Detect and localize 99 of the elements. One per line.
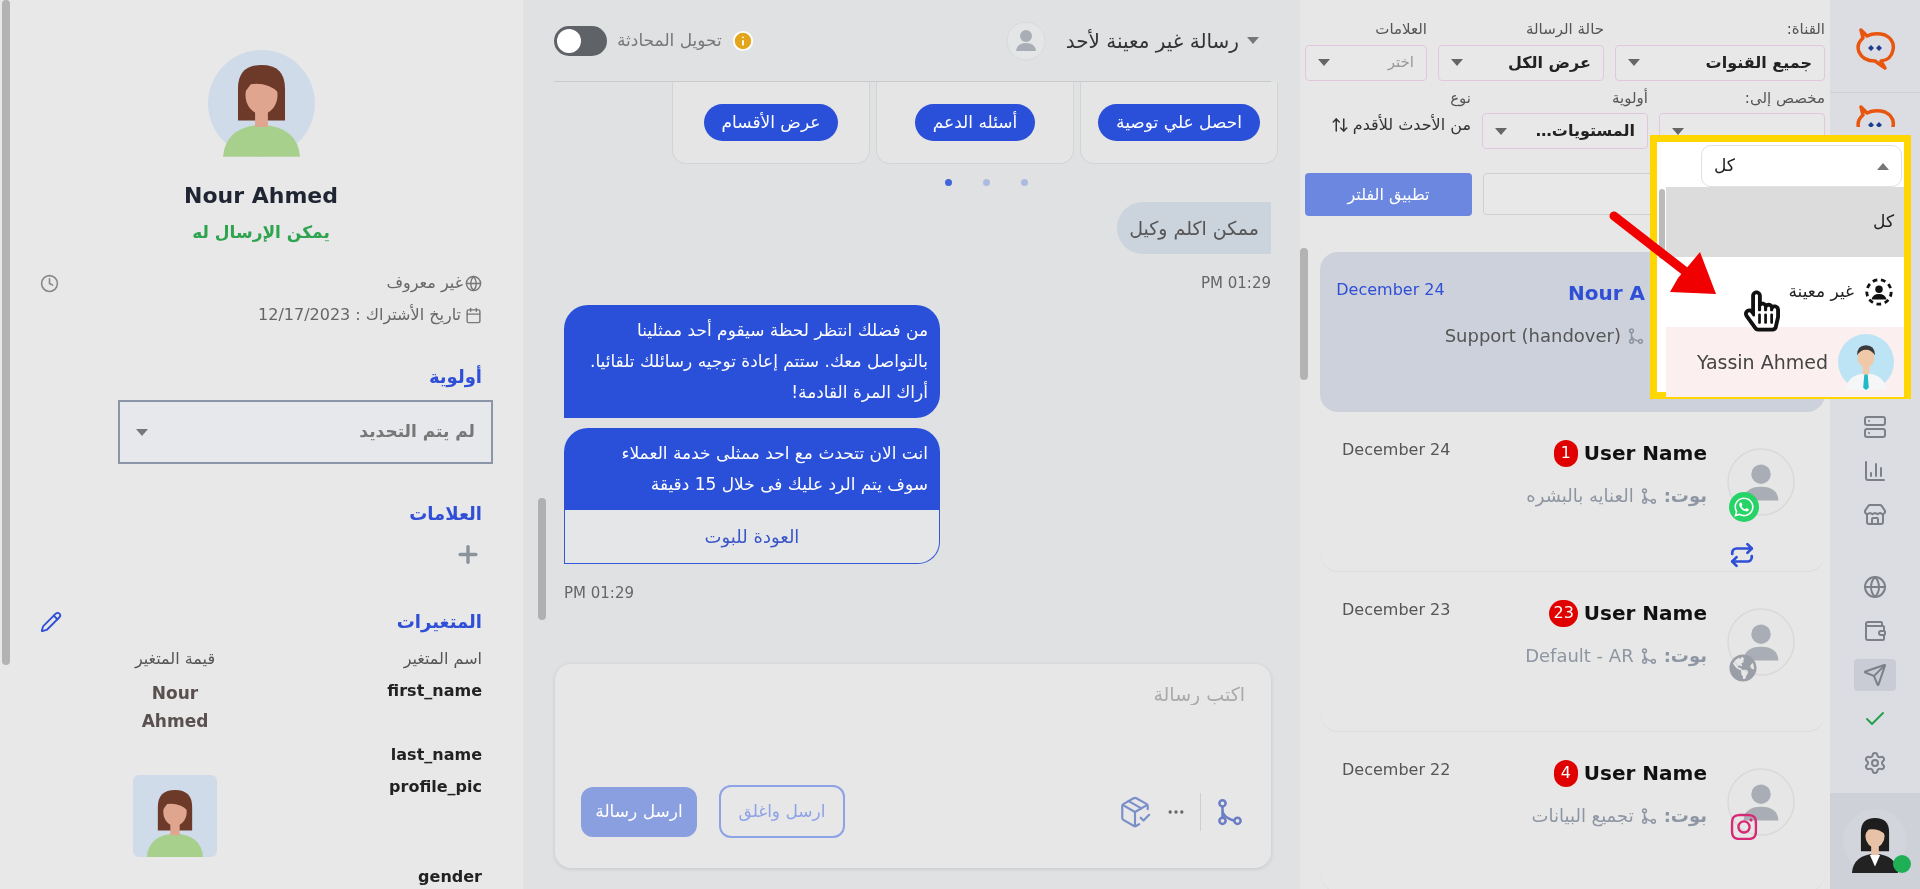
caret-icon [136,428,148,436]
priority-select[interactable]: لم يتم التحديد [118,400,493,465]
conversation-date: December 22 [1342,759,1451,781]
wallet-icon [1863,619,1887,643]
caret-icon [1877,162,1889,170]
section-heading: أولوية [427,364,482,390]
priority-filter[interactable]: المستويات… [1482,113,1648,149]
globe-icon [1863,575,1887,599]
message-bubble: انت الان تتحدث مع احد ممثلى خدمة العملاء سوف يتم الرد عليك فى خلال 15 دقيقة [564,427,940,510]
table-cell-text: first_name [386,680,482,702]
scrollbar[interactable] [1300,248,1308,380]
filter-label: نوع [1449,87,1471,109]
location-text: غير معروف [386,272,463,295]
unread-count: 23 [1549,599,1578,627]
contact-name: Nour A [1567,280,1645,307]
conversation-date: December 23 [1342,599,1451,621]
bot-label: بوت: [1663,804,1707,829]
user-icon [1005,20,1046,61]
flow-name: Default - AR [1525,644,1634,668]
contact-name: User Name [1583,440,1707,467]
caret-icon [1247,37,1259,44]
handover-label: تحويل المحادثة [617,28,722,52]
info-icon [731,29,754,52]
subscription-date: تاريخ الأشتراك : 12/17/2023 [258,303,461,327]
channel-select[interactable]: جميع القنوات [1615,44,1825,81]
quick-reply-button[interactable]: احصل علي توصية [1098,104,1260,141]
hand-cursor-icon [1744,288,1780,334]
branch-icon [1627,326,1645,345]
flow-name: تجميع البيانات [1531,804,1634,829]
transfer-icon[interactable] [1729,542,1755,568]
filter-label: القناة: [1785,19,1825,40]
nav-button[interactable] [1854,659,1896,691]
globe-icon [465,274,482,292]
message-time: PM 01:29 [1201,273,1271,294]
caret-icon [1495,127,1507,135]
bot-label: بوت: [1663,484,1707,509]
calendar-icon [465,306,482,324]
dropdown-option[interactable]: Yassin Ahmed [1666,327,1904,397]
avatar-placeholder [1727,608,1795,676]
contact-name: Nour Ahmed [184,181,338,210]
dropdown-option[interactable]: كل [1666,187,1904,257]
filter-label: أولوية [1611,87,1648,109]
section-heading: المتغيرات [396,610,482,635]
quick-reply-button[interactable]: عرض الأقسام [703,104,839,141]
caret-icon [1628,59,1640,66]
server-icon [1863,415,1887,439]
unread-count: 1 [1553,439,1578,467]
message-time: PM 01:29 [564,582,634,604]
bar-chart-icon [1863,459,1887,483]
filter-label: حالة الرسالة [1525,19,1604,40]
edit-icon[interactable] [40,610,62,633]
flow-name: Support (handover) [1444,324,1621,348]
globe-icon [1729,654,1757,682]
scrollbar[interactable] [2,0,10,665]
branch-icon [1215,796,1245,827]
message-bubble: ممكن اكلم وكيل [1117,202,1271,254]
table-cell-text: Nour Ahmed [140,682,210,733]
agent-avatar [1838,334,1894,390]
message-input[interactable]: اكتب رسالة [581,680,1245,709]
whatsapp-icon [1729,492,1759,522]
handover-toggle[interactable] [554,25,607,56]
sort-icon [1330,116,1349,134]
back-to-bot-button[interactable]: العودة للبوت [564,509,940,564]
bot-label: بوت: [1663,644,1707,669]
branch-icon [1639,486,1658,505]
section-heading: العلامات [408,502,482,527]
instagram-icon [1729,812,1759,842]
contact-status: يمكن الإرسال له [192,220,330,245]
table-cell-text: gender [417,866,482,888]
filter-label: مخصص إلى: [1743,87,1825,109]
assignee-select[interactable]: رسالة غير معينة لأحد [1065,25,1239,56]
message-bubble: من فضلك انتظر لحظة سيقوم أحد ممثلينا بالتواصل معك. ستتم إعادة توجيه رسائلك تلقائيا. أراك المرة القادمة! [564,304,940,418]
unassigned-icon [1864,277,1894,307]
settings-icon [1863,751,1887,775]
contact-name: User Name [1583,760,1707,787]
unread-count: 4 [1553,759,1578,787]
clock-icon[interactable] [40,273,59,293]
caret-icon [1318,59,1330,66]
filter-label: العلامات [1374,19,1427,40]
conversation-date: December 24 [1342,439,1451,461]
avatar-placeholder [1727,768,1795,836]
conversation-date: December 24 [1336,279,1445,301]
table-cell-text: last_name [389,744,482,766]
store-icon [1863,503,1887,527]
sort-toggle[interactable]: من الأحدث للأقدم [1305,113,1471,137]
status-select[interactable]: عرض الكل [1438,44,1604,81]
column-header: اسم المتغير [402,648,482,671]
branch-icon [1639,806,1658,825]
package-icon[interactable] [1118,794,1152,829]
column-header: قيمة المتغير [133,648,217,670]
caret-icon [1451,59,1463,66]
contact-name: User Name [1583,600,1707,627]
flow-name: العنايه بالبشره [1526,484,1634,509]
branch-icon [1639,646,1658,665]
scrollbar[interactable] [538,498,546,620]
quick-reply-button[interactable]: أسئله الدعم [914,104,1036,141]
logo-icon [1855,105,1895,127]
send-icon [1863,663,1887,687]
table-cell-text: profile_pic [388,776,482,798]
